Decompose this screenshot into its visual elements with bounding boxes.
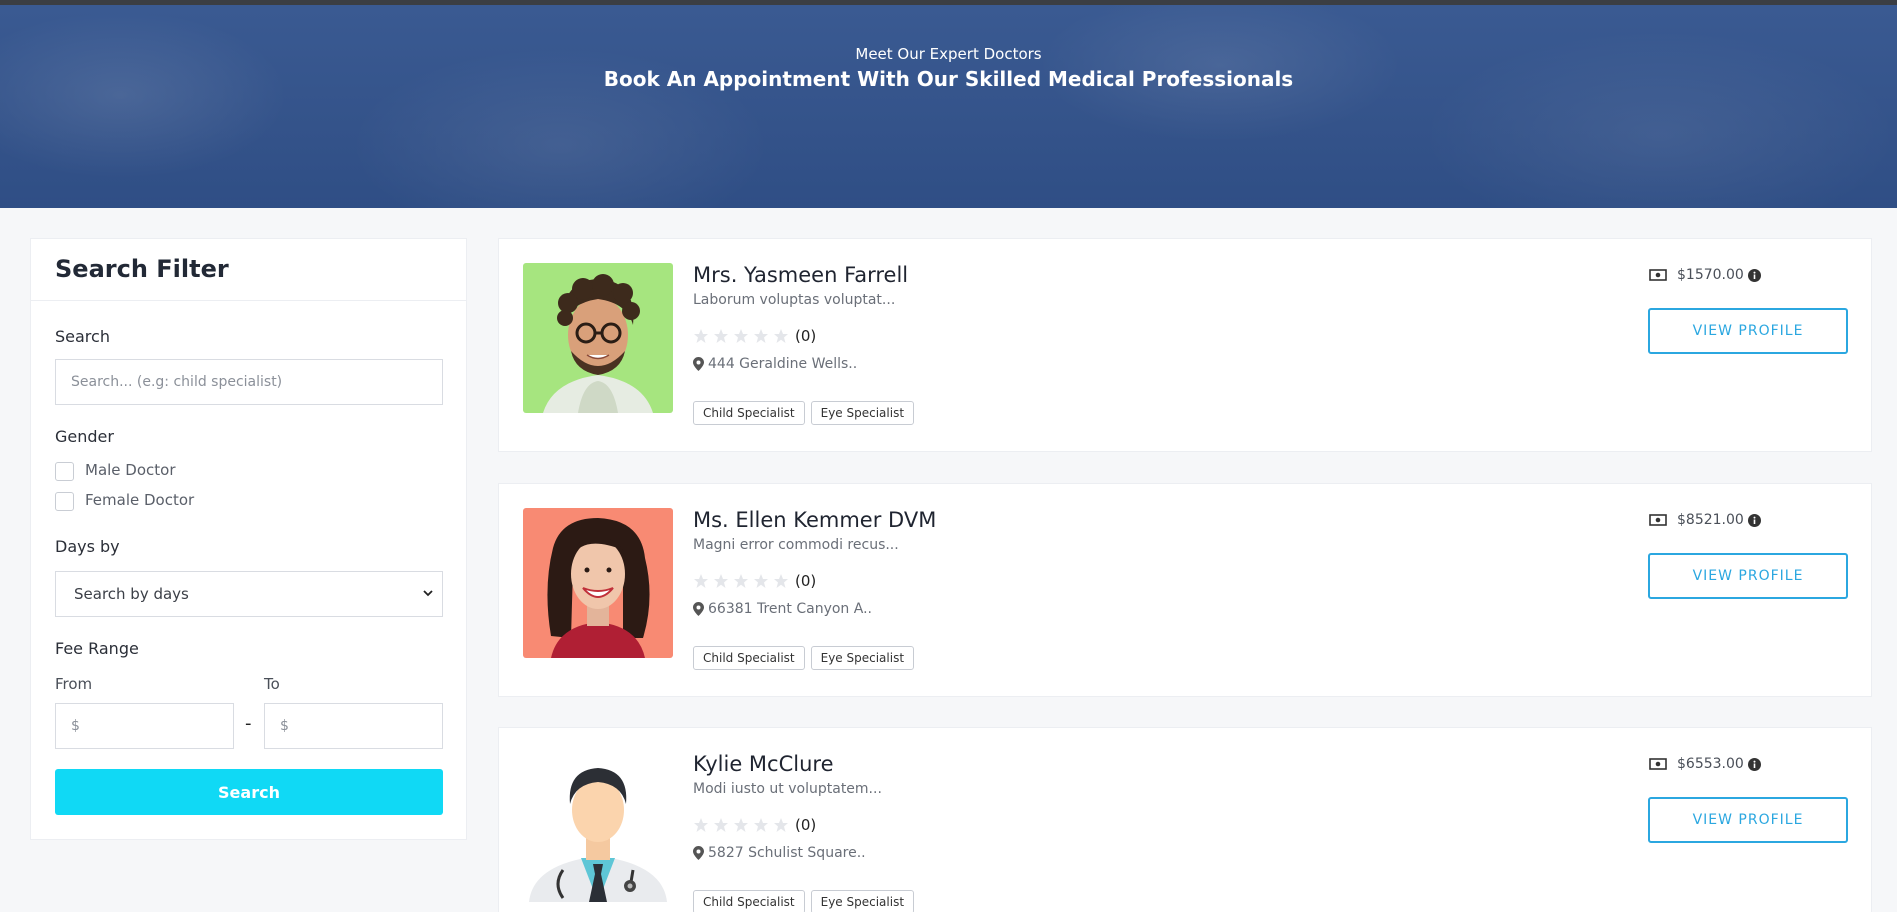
address-text: 444 Geraldine Wells..	[708, 356, 858, 372]
info-icon[interactable]	[1747, 757, 1761, 771]
smiling-woman-avatar-icon	[523, 508, 673, 658]
doctor-description: Modi iusto ut voluptatem...	[693, 781, 882, 797]
map-marker-icon	[693, 846, 704, 860]
filter-title: Search Filter	[55, 255, 229, 283]
money-bill-icon	[1649, 269, 1667, 281]
view-profile-button[interactable]: VIEW PROFILE	[1648, 308, 1848, 354]
map-marker-icon	[693, 602, 704, 616]
specialty-tag[interactable]: Child Specialist	[693, 401, 805, 425]
consultation-fee: $6553.00	[1649, 756, 1761, 772]
specialty-tags: Child Specialist Eye Specialist	[693, 890, 915, 912]
doctor-address: 66381 Trent Canyon A..	[693, 601, 872, 617]
gender-label: Gender	[55, 427, 114, 446]
star-icon	[774, 329, 788, 343]
female-doctor-checkbox[interactable]	[55, 492, 74, 511]
male-doctor-label: Male Doctor	[85, 461, 176, 479]
star-icon	[714, 818, 728, 832]
search-input[interactable]	[55, 359, 443, 405]
fee-amount: $6553.00	[1677, 756, 1744, 772]
info-icon[interactable]	[1747, 268, 1761, 282]
star-icon	[734, 574, 748, 588]
money-bill-icon	[1649, 758, 1667, 770]
star-icon	[694, 329, 708, 343]
male-doctor-checkbox[interactable]	[55, 462, 74, 481]
fee-range-label: Fee Range	[55, 639, 139, 658]
doctor-description: Magni error commodi recus...	[693, 537, 899, 553]
days-select-value: Search by days	[74, 585, 189, 603]
fee-from-input[interactable]	[55, 703, 234, 749]
doctor-description: Laborum voluptas voluptat...	[693, 292, 896, 308]
search-label: Search	[55, 327, 110, 346]
rating-stars: (0)	[693, 816, 816, 834]
days-select[interactable]: Search by days	[55, 571, 443, 617]
address-text: 5827 Schulist Square..	[708, 845, 866, 861]
star-icon	[754, 329, 768, 343]
fee-amount: $1570.00	[1677, 267, 1744, 283]
search-button[interactable]: Search	[55, 769, 443, 815]
consultation-fee: $1570.00	[1649, 267, 1761, 283]
specialty-tag[interactable]: Child Specialist	[693, 646, 805, 670]
specialty-tag[interactable]: Eye Specialist	[810, 401, 915, 425]
doctor-card: Ms. Ellen Kemmer DVM Magni error commodi…	[498, 483, 1872, 697]
star-icon	[774, 574, 788, 588]
doctor-illustration-icon	[523, 752, 673, 902]
days-label: Days by	[55, 537, 120, 556]
hero-subtitle: Meet Our Expert Doctors	[855, 45, 1042, 63]
doctor-address: 444 Geraldine Wells..	[693, 356, 857, 372]
doctor-card: Mrs. Yasmeen Farrell Laborum voluptas vo…	[498, 238, 1872, 452]
specialty-tag[interactable]: Eye Specialist	[810, 890, 915, 912]
info-icon[interactable]	[1747, 513, 1761, 527]
rating-stars: (0)	[693, 327, 816, 345]
view-profile-button[interactable]: VIEW PROFILE	[1648, 797, 1848, 843]
rating-count: (0)	[795, 816, 817, 834]
specialty-tags: Child Specialist Eye Specialist	[693, 401, 915, 425]
fee-amount: $8521.00	[1677, 512, 1744, 528]
specialty-tag[interactable]: Eye Specialist	[810, 646, 915, 670]
fee-to-input[interactable]	[264, 703, 443, 749]
doctor-card: Kylie McClure Modi iusto ut voluptatem..…	[498, 727, 1872, 912]
chevron-down-icon	[423, 590, 433, 597]
star-icon	[694, 574, 708, 588]
star-icon	[774, 818, 788, 832]
money-bill-icon	[1649, 514, 1667, 526]
rating-count: (0)	[795, 327, 817, 345]
doctor-avatar[interactable]	[523, 263, 673, 413]
doctor-avatar[interactable]	[523, 752, 673, 902]
star-icon	[714, 574, 728, 588]
hero-banner: Meet Our Expert Doctors Book An Appointm…	[0, 5, 1897, 208]
filter-header: Search Filter	[31, 239, 466, 301]
star-icon	[734, 329, 748, 343]
man-with-glasses-avatar-icon	[523, 263, 673, 413]
doctor-avatar[interactable]	[523, 508, 673, 658]
search-filter-panel: Search Filter Search Gender Male Doctor …	[30, 238, 467, 840]
doctor-address: 5827 Schulist Square..	[693, 845, 866, 861]
star-icon	[754, 574, 768, 588]
hero-title: Book An Appointment With Our Skilled Med…	[603, 67, 1294, 91]
rating-count: (0)	[795, 572, 817, 590]
star-icon	[754, 818, 768, 832]
star-icon	[734, 818, 748, 832]
doctor-name[interactable]: Kylie McClure	[693, 752, 834, 776]
rating-stars: (0)	[693, 572, 816, 590]
specialty-tag[interactable]: Child Specialist	[693, 890, 805, 912]
doctor-name[interactable]: Ms. Ellen Kemmer DVM	[693, 508, 936, 532]
female-doctor-label: Female Doctor	[85, 491, 195, 509]
from-label: From	[55, 675, 93, 693]
star-icon	[694, 818, 708, 832]
map-marker-icon	[693, 357, 704, 371]
range-separator: -	[245, 713, 252, 734]
specialty-tags: Child Specialist Eye Specialist	[693, 646, 915, 670]
address-text: 66381 Trent Canyon A..	[708, 601, 872, 617]
view-profile-button[interactable]: VIEW PROFILE	[1648, 553, 1848, 599]
doctor-name[interactable]: Mrs. Yasmeen Farrell	[693, 263, 908, 287]
to-label: To	[264, 675, 280, 693]
consultation-fee: $8521.00	[1649, 512, 1761, 528]
star-icon	[714, 329, 728, 343]
